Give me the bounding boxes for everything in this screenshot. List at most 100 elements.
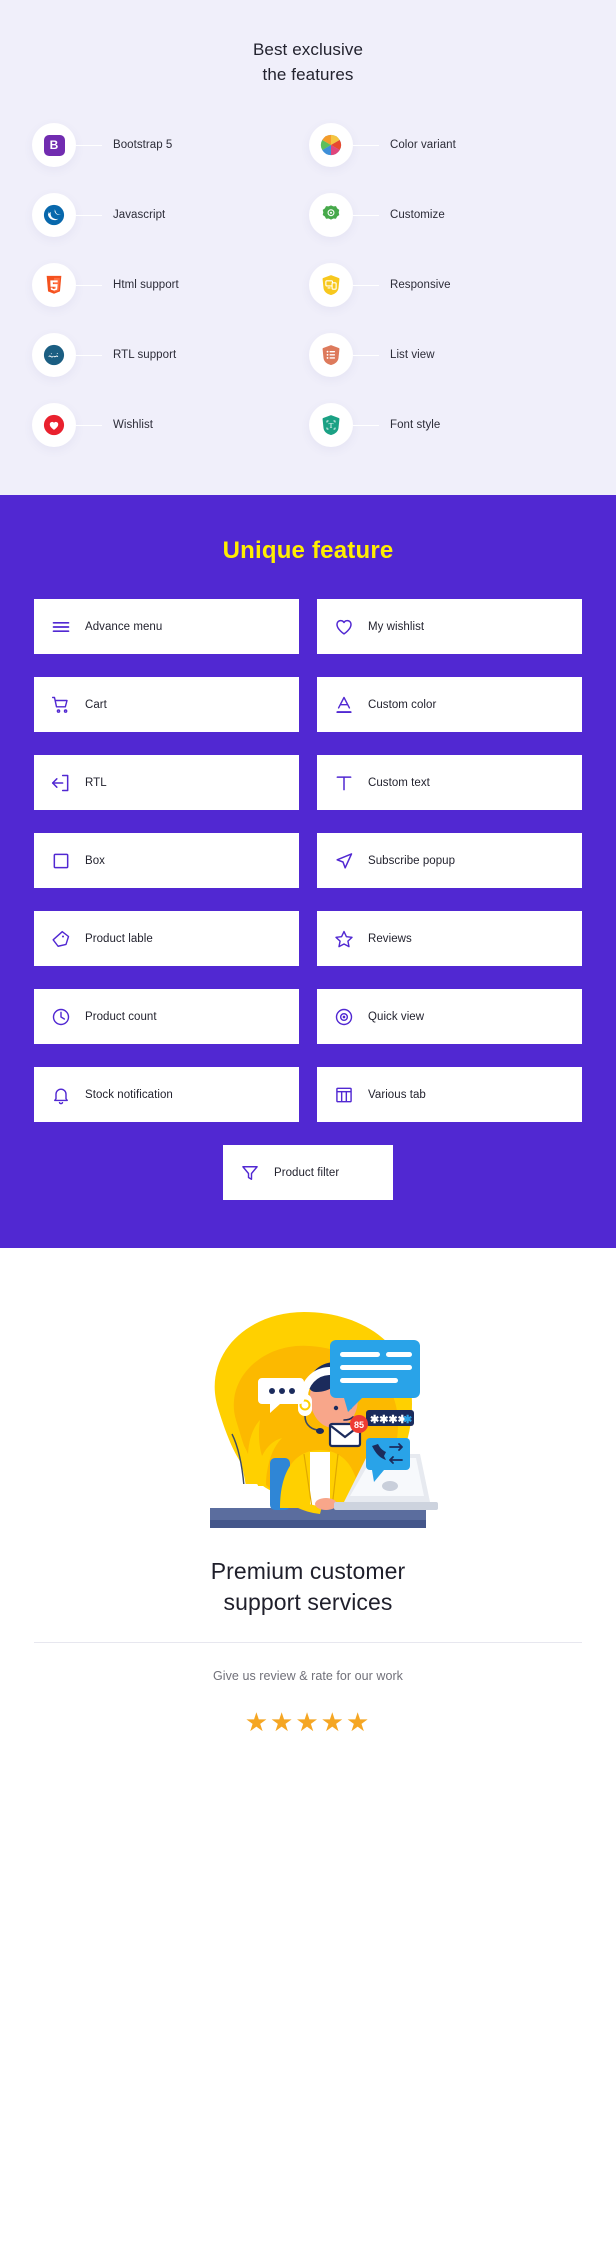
unique-feature-heading: Unique feature (222, 537, 394, 565)
clock-icon (51, 1007, 73, 1027)
feature-card-rtl[interactable]: RTL (34, 755, 299, 811)
gear-icon (322, 205, 340, 220)
exclusive-item-label: Customize (390, 209, 445, 222)
feature-card-label: Various tab (368, 1088, 426, 1101)
exclusive-heading-line-2: the features (262, 64, 354, 84)
color-wheel-icon (320, 135, 342, 156)
underline-a-icon (334, 695, 356, 715)
exclusive-item-wishlist[interactable]: Wishlist (32, 403, 309, 448)
exclusive-item-label: Html support (113, 279, 179, 292)
product-filter-row: Product filter (0, 1145, 616, 1201)
color-wheel-icon-bubble (309, 123, 353, 168)
svg-text:✱✱✱✱: ✱✱✱✱ (370, 1414, 407, 1426)
rtl-icon (43, 345, 65, 366)
feature-card-label: Product count (85, 1010, 157, 1023)
font-style-icon: T (322, 415, 340, 436)
feature-card-label: Advance menu (85, 620, 163, 633)
send-paper-plane-icon (334, 851, 356, 871)
feature-card-product-count[interactable]: Product count (34, 989, 299, 1045)
svg-text:85: 85 (354, 1420, 364, 1430)
feature-card-label: Cart (85, 698, 107, 711)
hamburger-menu-icon (51, 617, 73, 637)
feature-card-product-filter[interactable]: Product filter (223, 1145, 393, 1201)
rating-stars[interactable]: ★★★★★ (0, 1709, 616, 1735)
exclusive-item-label: Font style (390, 419, 441, 432)
connector-line (76, 354, 102, 356)
feature-card-label: Quick view (368, 1010, 425, 1023)
star-outline-icon (334, 929, 356, 949)
feature-card-product-lable[interactable]: Product lable (34, 911, 299, 967)
connector-line (353, 214, 379, 216)
support-title: Premium customer support services (0, 1556, 616, 1617)
feature-card-label: Box (85, 854, 105, 867)
jquery-icon-bubble (32, 193, 76, 238)
square-box-icon (51, 851, 73, 871)
exclusive-item-label: RTL support (113, 349, 177, 362)
feature-card-my-wishlist[interactable]: My wishlist (317, 599, 582, 655)
feature-card-label: Product lable (85, 932, 153, 945)
svg-text:T: T (329, 421, 334, 430)
star-3[interactable]: ★ (295, 1707, 320, 1737)
star-2[interactable]: ★ (270, 1707, 295, 1737)
feature-card-cart[interactable]: Cart (34, 677, 299, 733)
exclusive-item-label: Bootstrap 5 (113, 139, 173, 152)
list-icon (322, 345, 340, 366)
heart-icon (43, 415, 65, 436)
support-title-line-1: Premium customer (210, 1558, 406, 1585)
feature-card-various-tab[interactable]: Various tab (317, 1067, 582, 1123)
connector-line (353, 354, 379, 356)
feature-card-label: Subscribe popup (368, 854, 456, 867)
feature-card-label: RTL (85, 776, 107, 789)
funnel-filter-icon (240, 1163, 262, 1183)
devices-icon-bubble (309, 263, 353, 308)
shopping-cart-icon (51, 695, 73, 715)
arrow-left-exit-icon (51, 773, 73, 793)
feature-card-reviews[interactable]: Reviews (317, 911, 582, 967)
exclusive-item-label: Responsive (390, 279, 451, 292)
premium-support-section: ✱✱✱✱ ✱ 85 Premium customer support servi… (0, 1248, 616, 1789)
tag-label-icon (51, 929, 73, 949)
exclusive-item-label: Wishlist (113, 419, 154, 432)
exclusive-item-customize[interactable]: Customize (309, 193, 586, 238)
connector-line (76, 214, 102, 216)
feature-card-custom-text[interactable]: Custom text (317, 755, 582, 811)
unique-feature-grid: Advance menu My wishlist Cart Custom col… (0, 599, 616, 1123)
star-5[interactable]: ★ (346, 1707, 371, 1737)
exclusive-item-font-style[interactable]: T Font style (309, 403, 586, 448)
html5-icon-bubble (32, 263, 76, 308)
devices-icon (322, 275, 340, 296)
feature-card-custom-color[interactable]: Custom color (317, 677, 582, 733)
star-1[interactable]: ★ (245, 1707, 270, 1737)
star-4[interactable]: ★ (321, 1707, 346, 1737)
exclusive-item-list-view[interactable]: List view (309, 333, 586, 378)
feature-card-quick-view[interactable]: Quick view (317, 989, 582, 1045)
exclusive-item-html-support[interactable]: Html support (32, 263, 309, 308)
connector-line (76, 284, 102, 286)
exclusive-item-color-variant[interactable]: Color variant (309, 123, 586, 168)
exclusive-item-javascript[interactable]: Javascript (32, 193, 309, 238)
feature-card-label: Stock notification (85, 1088, 173, 1101)
exclusive-item-label: Color variant (390, 139, 456, 152)
gear-icon-bubble (309, 193, 353, 238)
connector-line (353, 424, 379, 426)
exclusive-item-rtl-support[interactable]: RTL support (32, 333, 309, 378)
feature-card-label: Custom text (368, 776, 430, 789)
exclusive-heading: Best exclusive the features (0, 38, 616, 87)
feature-card-subscribe-popup[interactable]: Subscribe popup (317, 833, 582, 889)
feature-card-box[interactable]: Box (34, 833, 299, 889)
connector-line (76, 144, 102, 146)
feature-card-advance-menu[interactable]: Advance menu (34, 599, 299, 655)
feature-card-stock-notification[interactable]: Stock notification (34, 1067, 299, 1123)
heart-outline-icon (334, 617, 356, 637)
jquery-icon (43, 205, 65, 226)
exclusive-features-grid: B Bootstrap 5 Color variant Javascript C… (0, 123, 616, 448)
exclusive-item-responsive[interactable]: Responsive (309, 263, 586, 308)
support-subtitle: Give us review & rate for our work (213, 1669, 403, 1683)
feature-card-label: Reviews (368, 932, 412, 945)
eye-target-icon (334, 1007, 356, 1027)
support-title-line-2: support services (223, 1588, 393, 1615)
feature-card-label: Product filter (274, 1166, 340, 1179)
exclusive-item-label: Javascript (113, 209, 166, 222)
exclusive-item-label: List view (390, 349, 435, 362)
exclusive-item-bootstrap[interactable]: B Bootstrap 5 (32, 123, 309, 168)
